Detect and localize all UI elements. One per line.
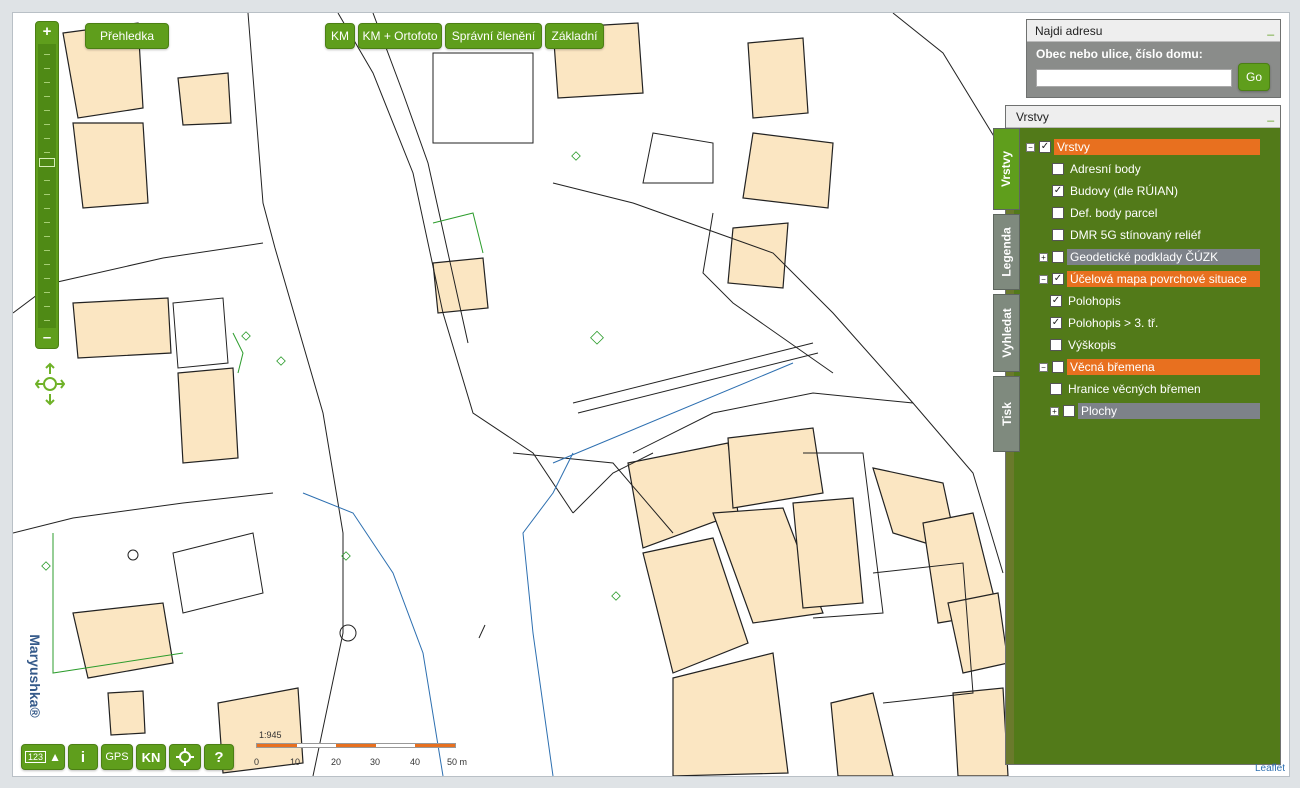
layer-row[interactable]: − Věcná břemena	[1039, 358, 1260, 376]
layers-panel: Vrstvy _ Vrstvy Legenda Vyhledat Tisk − ✓…	[993, 105, 1281, 765]
layer-label: Plochy	[1078, 403, 1260, 419]
layer-checkbox[interactable]: ✓	[1050, 317, 1062, 329]
layers-panel-body: Vrstvy Legenda Vyhledat Tisk − ✓ Vrstvy Adr…	[993, 128, 1280, 764]
scale-tick: 30	[370, 757, 381, 767]
search-go-button[interactable]: Go	[1238, 63, 1270, 91]
layers-panel-title: Vrstvy	[1006, 106, 1280, 128]
gps-button[interactable]: GPS	[101, 744, 133, 770]
layer-row[interactable]: + Geodetické podklady ČÚZK	[1039, 248, 1260, 266]
layer-label: Polohopis	[1068, 294, 1121, 308]
crosshair-icon	[176, 748, 194, 766]
layer-checkbox[interactable]: ✓	[1050, 295, 1062, 307]
search-field-label: Obec nebo ulice, číslo domu:	[1036, 47, 1203, 61]
measure-button[interactable]: 123 ▲	[21, 744, 65, 770]
collapse-icon[interactable]: −	[1039, 362, 1048, 372]
layer-checkbox[interactable]	[1050, 383, 1062, 395]
address-search-panel: Najdi adresu _ Obec nebo ulice, číslo do…	[1026, 19, 1281, 98]
layer-label: Budovy (dle RÚIAN)	[1070, 184, 1179, 198]
layer-row[interactable]: Výškopis	[1050, 336, 1119, 354]
minimize-icon[interactable]: _	[1267, 108, 1274, 122]
layer-checkbox[interactable]	[1052, 163, 1064, 175]
scale-tick: 0	[254, 757, 260, 767]
layer-label: Účelová mapa povrchové situace	[1067, 271, 1260, 287]
layer-row[interactable]: + Plochy	[1050, 402, 1260, 420]
layer-km-button[interactable]: KM	[325, 23, 355, 49]
layer-row[interactable]: Adresní body	[1052, 160, 1144, 178]
zoom-slider-thumb[interactable]	[39, 158, 55, 167]
tab-label: Vrstvy	[999, 150, 1014, 188]
triangle-up-icon: ▲	[49, 750, 61, 764]
tab-label: Vyhledat	[999, 308, 1014, 358]
layer-row[interactable]: Hranice věcných břemen	[1050, 380, 1204, 398]
tab-tisk[interactable]: Tisk	[993, 376, 1020, 452]
tab-label: Tisk	[999, 402, 1014, 426]
layer-checkbox[interactable]: ✓	[1039, 141, 1051, 153]
zoom-out-button[interactable]: –	[36, 329, 58, 347]
scale-bar: 1:945 0 10 20 30 40 50 m	[254, 730, 476, 770]
layer-checkbox[interactable]	[1050, 339, 1062, 351]
measure-label: 123	[25, 751, 47, 763]
minimize-icon[interactable]: _	[1267, 22, 1274, 36]
layer-label: Výškopis	[1068, 338, 1117, 352]
leaflet-attribution[interactable]: Leaflet	[1255, 763, 1285, 774]
layer-checkbox[interactable]	[1052, 207, 1064, 219]
help-button[interactable]: ?	[204, 744, 234, 770]
layer-row[interactable]: − ✓ Účelová mapa povrchové situace	[1039, 270, 1260, 288]
layer-label: Vrstvy	[1054, 139, 1260, 155]
layer-zakladni-button[interactable]: Základní	[545, 23, 604, 49]
layer-label: Polohopis > 3. tř.	[1068, 316, 1159, 330]
expand-icon[interactable]: +	[1050, 406, 1059, 416]
zoom-slider-track[interactable]	[38, 44, 56, 328]
expand-icon[interactable]: +	[1039, 252, 1048, 262]
scale-tick: 40	[410, 757, 421, 767]
tab-label: Legenda	[999, 227, 1014, 277]
tab-vrstvy[interactable]: Vrstvy	[993, 128, 1020, 210]
overview-button[interactable]: Přehledka	[85, 23, 169, 49]
tab-legenda[interactable]: Legenda	[993, 214, 1020, 290]
layer-label: Věcná břemena	[1067, 359, 1260, 375]
layer-tree: − ✓ Vrstvy Adresní body ✓ Budovy (dle RÚIAN) D…	[1026, 138, 1280, 438]
layer-checkbox[interactable]	[1052, 251, 1064, 263]
layer-km-ortofoto-button[interactable]: KM + Ortofoto	[358, 23, 442, 49]
collapse-icon[interactable]: −	[1026, 142, 1035, 152]
layer-label: Geodetické podklady ČÚZK	[1067, 249, 1260, 265]
layer-label: Adresní body	[1070, 162, 1141, 176]
layer-row[interactable]: ✓ Polohopis	[1050, 292, 1124, 310]
maryushka-logo: Maryushka®	[27, 634, 43, 718]
scale-tick: 20	[331, 757, 342, 767]
scale-bar-graphic	[256, 743, 456, 748]
search-panel-title: Najdi adresu	[1027, 20, 1280, 42]
pan-control[interactable]	[35, 361, 65, 407]
layer-checkbox[interactable]: ✓	[1052, 185, 1064, 197]
scale-tick: 50 m	[447, 757, 468, 767]
kn-button[interactable]: KN	[136, 744, 166, 770]
zoom-control: + –	[35, 21, 59, 349]
locate-button[interactable]	[169, 744, 201, 770]
scale-tick: 10	[290, 757, 301, 767]
layer-checkbox[interactable]	[1063, 405, 1075, 417]
tab-vyhledat[interactable]: Vyhledat	[993, 294, 1020, 372]
layer-label: DMR 5G stínovaný reliéf	[1070, 228, 1201, 242]
scale-ratio: 1:945	[259, 730, 282, 740]
zoom-in-button[interactable]: +	[36, 23, 58, 41]
layer-row[interactable]: ✓ Polohopis > 3. tř.	[1050, 314, 1161, 332]
layer-checkbox[interactable]	[1052, 361, 1064, 373]
address-search-input[interactable]	[1036, 69, 1232, 87]
layer-row[interactable]: ✓ Budovy (dle RÚIAN)	[1052, 182, 1181, 200]
map-frame: Přehledka KM KM + Ortofoto Správní členě…	[12, 12, 1290, 777]
layer-row[interactable]: Def. body parcel	[1052, 204, 1160, 222]
layer-label: Def. body parcel	[1070, 206, 1158, 220]
layer-checkbox[interactable]: ✓	[1052, 273, 1064, 285]
layer-spravni-cleneni-button[interactable]: Správní členění	[445, 23, 542, 49]
layer-checkbox[interactable]	[1052, 229, 1064, 241]
layer-row[interactable]: DMR 5G stínovaný reliéf	[1052, 226, 1204, 244]
collapse-icon[interactable]: −	[1039, 274, 1048, 284]
layer-label: Hranice věcných břemen	[1068, 382, 1201, 396]
layer-row[interactable]: − ✓ Vrstvy	[1026, 138, 1260, 156]
info-button[interactable]: i	[68, 744, 98, 770]
